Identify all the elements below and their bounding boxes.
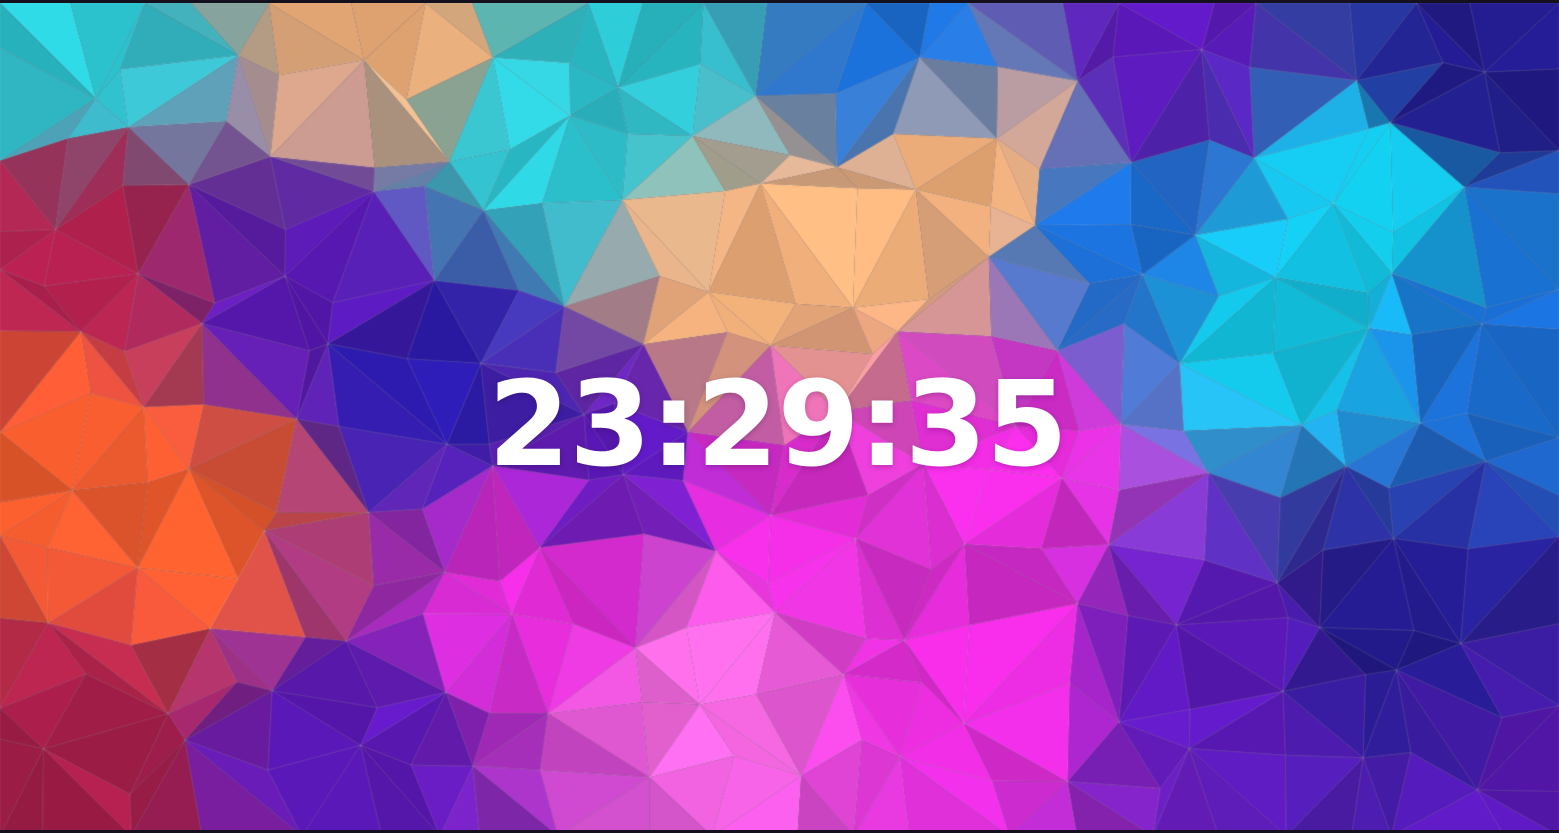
clock-time: 23:29:35 (487, 355, 1068, 493)
desktop-screen: 23:29:35 (0, 0, 1559, 833)
